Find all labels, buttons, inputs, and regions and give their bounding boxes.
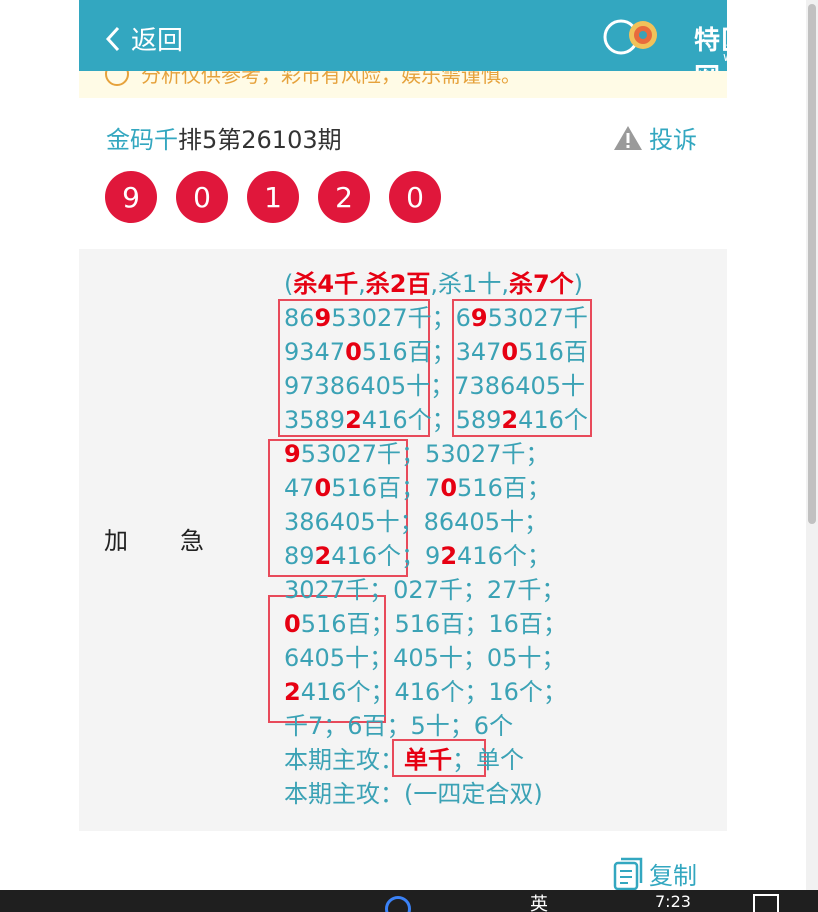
warning-icon [614, 125, 642, 150]
highlight-text: 2 [284, 678, 301, 706]
prediction-line: 93470516百；3470516百 [284, 335, 588, 369]
line-text: 416个； [457, 542, 551, 570]
notice-text: 分析仅供参考，彩市有风险，娱乐需谨慎。 [141, 71, 521, 87]
panel-label: 加急 [104, 527, 256, 555]
site-logo: 特区彩票网 www.tqcp.net [599, 8, 809, 93]
line-text: 9347 [284, 338, 346, 366]
line-text: ( [284, 270, 294, 298]
line-text: ；单个 [452, 746, 524, 774]
line-text: ,杀1十, [430, 270, 509, 298]
line-text: 53027千；53027千； [300, 440, 550, 468]
highlight-text: 单千 [404, 746, 452, 774]
highlight-text: 2 [440, 542, 458, 570]
line-text: 416个；9 [331, 542, 441, 570]
copy-label: 复制 [649, 862, 697, 890]
prediction-line: 0516百；516百；16百； [284, 607, 567, 641]
prediction-line: 953027千；53027千； [284, 437, 549, 471]
line-text: 3589 [284, 406, 346, 434]
prediction-line: 本期主攻：(一四定合双) [284, 777, 543, 811]
line-text: 416个；416个；16个； [300, 678, 567, 706]
highlight-text: 2 [314, 542, 332, 570]
scrollbar[interactable] [806, 0, 818, 890]
prediction-panel: 加急 (杀4千,杀2百,杀1十,杀7个) 86953027千；6953027千 93… [79, 249, 727, 831]
prediction-line: 86953027千；6953027千 [284, 301, 588, 335]
browser-icon[interactable] [385, 896, 411, 912]
chevron-left-icon [105, 26, 120, 51]
article-title: 金码千排5第26103期 [106, 120, 342, 155]
highlight-text: 2 [501, 406, 519, 434]
line-text: 53027千 [487, 304, 588, 332]
notification-icon[interactable] [753, 894, 779, 912]
logo-swirl-icon [603, 19, 657, 55]
logo-url: www.tqcp.net [723, 50, 806, 64]
risk-notice: 分析仅供参考，彩市有风险，娱乐需谨慎。 [79, 71, 727, 98]
ime-indicator[interactable]: 英 [530, 890, 548, 912]
top-bar: 返回 特区彩票网 www.tqcp.net [79, 0, 805, 93]
prediction-line: 386405十；86405十； [284, 505, 548, 539]
prediction-line: 本期主攻：单千；单个 [284, 743, 524, 777]
line-text: 6405十；405十；05十； [284, 644, 566, 672]
prediction-line: 35892416个；5892416个 [284, 403, 588, 437]
prediction-line: 892416个；92416个； [284, 539, 551, 573]
line-text: 516百；7 [331, 474, 441, 502]
line-text: 516百； [457, 474, 551, 502]
complain-button[interactable]: 投诉 [613, 120, 697, 155]
taskbar: 英 7:23 [0, 890, 818, 912]
prediction-line: 97386405十；7386405十 [284, 369, 585, 403]
highlight-text: 0 [284, 610, 301, 638]
line-text: 416个 [518, 406, 588, 434]
back-button[interactable]: 返回 [105, 20, 183, 57]
highlight-text: 杀2百 [365, 270, 431, 298]
prediction-line: 千7；6百；5十；6个 [284, 709, 513, 743]
prediction-line: 6405十；405十；05十； [284, 641, 565, 675]
line-text: 516百；347 [361, 338, 502, 366]
number-ball: 0 [389, 171, 441, 223]
prediction-line: (杀4千,杀2百,杀1十,杀7个) [284, 267, 583, 301]
line-text: 3027千；027千；27千； [284, 576, 566, 604]
complain-label: 投诉 [649, 126, 697, 154]
line-text: , [358, 270, 366, 298]
draw-numbers: 9 0 1 2 0 [105, 171, 460, 223]
line-text: 本期主攻：(一四定合双) [284, 780, 543, 808]
prediction-line: 2416个；416个；16个； [284, 675, 567, 709]
number-ball: 0 [176, 171, 228, 223]
highlight-text: 0 [501, 338, 519, 366]
prediction-line: 470516百；70516百； [284, 471, 551, 505]
line-text: 516百 [518, 338, 588, 366]
copy-icon [613, 857, 643, 890]
number-ball: 1 [247, 171, 299, 223]
number-ball: 9 [105, 171, 157, 223]
scroll-thumb[interactable] [808, 4, 816, 524]
line-text: 千7；6百；5十；6个 [284, 712, 514, 740]
copy-button[interactable]: 复制 [613, 856, 697, 891]
number-ball: 2 [318, 171, 370, 223]
line-text: 53027千；6 [331, 304, 471, 332]
line-text: 本期主攻： [284, 746, 404, 774]
highlight-text: 9 [284, 440, 301, 468]
issue-title: 排5第26103期 [178, 126, 342, 154]
highlight-text: 9 [314, 304, 332, 332]
highlight-text: 0 [440, 474, 458, 502]
info-icon [105, 71, 129, 86]
line-text: 89 [284, 542, 315, 570]
highlight-text: 0 [345, 338, 362, 366]
line-text: 416个；589 [361, 406, 502, 434]
line-text: 516百；516百；16百； [300, 610, 567, 638]
page: 返回 特区彩票网 www.tqcp.net 分析仅供参考，彩市有风险，娱乐需谨慎… [0, 0, 818, 912]
highlight-text: 9 [470, 304, 488, 332]
highlight-text: 杀4千 [293, 270, 359, 298]
highlight-text: 2 [345, 406, 362, 434]
highlight-text: 杀7个 [508, 270, 574, 298]
line-text: 86 [284, 304, 315, 332]
line-text: 47 [284, 474, 315, 502]
clock[interactable]: 7:23 [655, 892, 691, 911]
prediction-line: 3027千；027千；27千； [284, 573, 565, 607]
author-name[interactable]: 金码千 [106, 126, 178, 154]
back-label: 返回 [131, 26, 184, 56]
line-text: ) [573, 270, 584, 298]
highlight-text: 0 [314, 474, 332, 502]
line-text: 386405十；86405十； [284, 508, 548, 536]
line-text: 97386405十；7386405十 [284, 372, 586, 400]
